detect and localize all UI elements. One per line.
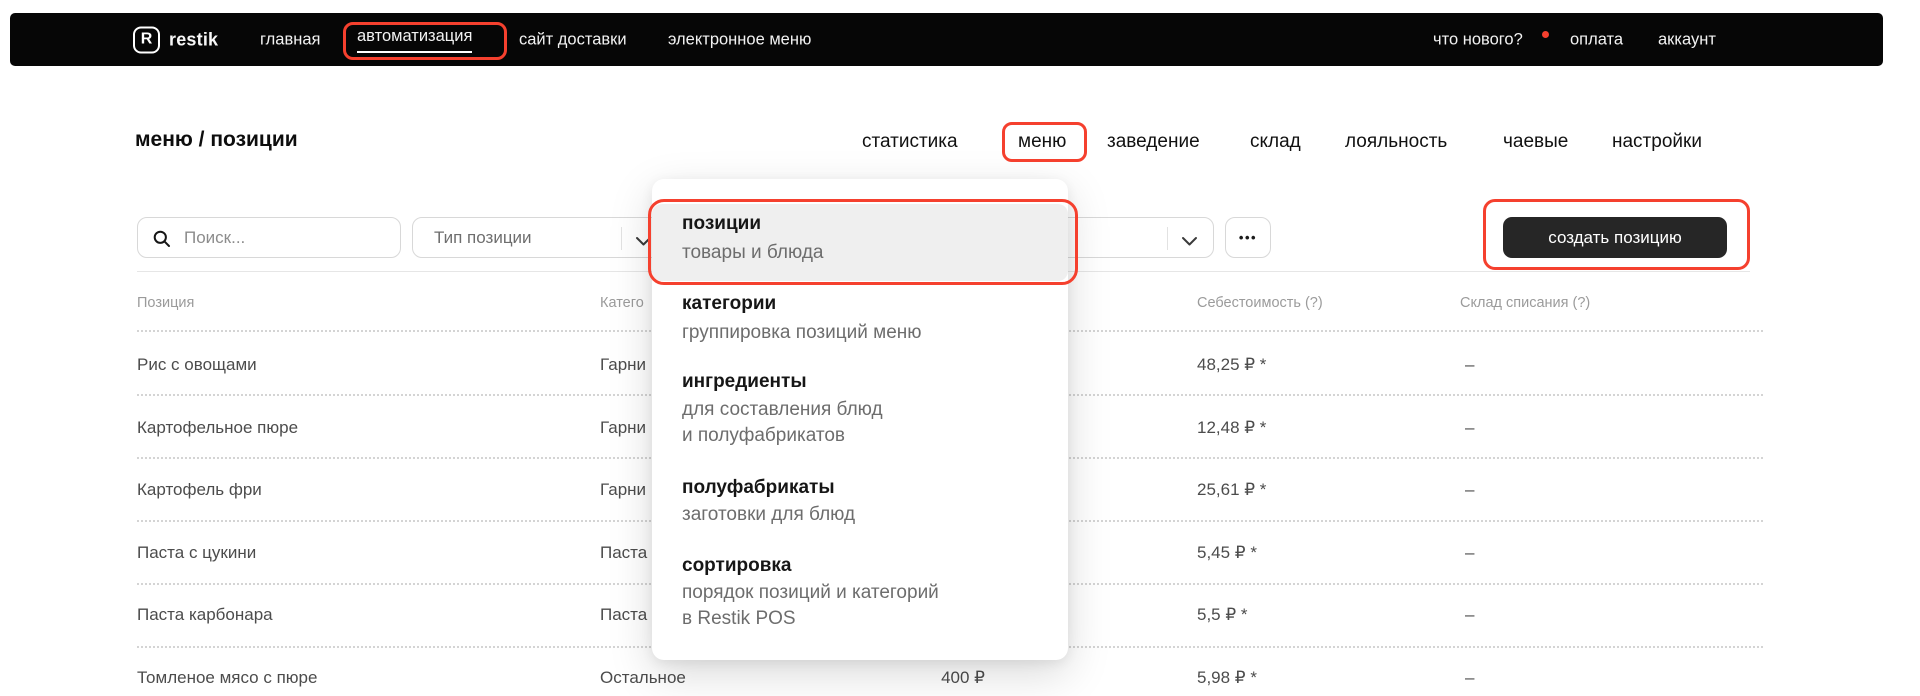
popup-item-subtitle[interactable]: товары и блюда: [682, 240, 824, 266]
select-divider: [621, 227, 622, 250]
tab-menyu[interactable]: меню: [1018, 131, 1066, 153]
cell-category: Паста: [600, 540, 647, 566]
popup-item-title: позиции: [682, 212, 761, 236]
popup-item-title: полуфабрикаты: [682, 476, 835, 500]
search-input[interactable]: Поиск...: [137, 217, 401, 258]
cell-category: Паста: [600, 602, 647, 628]
popup-item-title: сортировка: [682, 554, 791, 578]
type-filter-label: Тип позиции: [434, 228, 532, 248]
type-filter-select[interactable]: Тип позиции: [412, 217, 665, 258]
cell-category: Гарни: [600, 352, 646, 378]
cell-cost: 5,5 ₽ *: [1197, 602, 1248, 628]
select-divider: [1167, 227, 1168, 250]
tab-loyalnost[interactable]: лояльность: [1345, 131, 1447, 153]
popup-item-subtitle[interactable]: для составления блюд и полуфабрикатов: [682, 397, 883, 449]
cell-position: Картофельное пюре: [137, 415, 298, 441]
more-options-button[interactable]: •••: [1225, 217, 1271, 258]
col-header-writeoff[interactable]: Склад списания (?): [1460, 295, 1590, 311]
tab-zavedenie[interactable]: заведение: [1107, 131, 1200, 153]
cell-writeoff: –: [1465, 415, 1474, 441]
topnav-item-whats-new[interactable]: что нового?: [1433, 30, 1523, 49]
popup-item-polufabrikaty[interactable]: полуфабрикаты: [682, 476, 835, 500]
cell-category: Гарни: [600, 415, 646, 441]
restik-logo-icon: R: [133, 26, 160, 53]
cell-cost: 25,61 ₽ *: [1197, 477, 1266, 503]
popup-item-subtitle[interactable]: заготовки для блюд: [682, 502, 855, 528]
topnav-item-elektronnoe-menyu[interactable]: электронное меню: [668, 30, 811, 49]
tab-chaevye[interactable]: чаевые: [1503, 131, 1568, 153]
search-icon: [153, 230, 171, 253]
cell-cost: 5,98 ₽ *: [1197, 665, 1257, 691]
topnav-item-sajt-dostavki[interactable]: сайт доставки: [519, 30, 627, 49]
whats-new-dot-icon: [1542, 31, 1549, 38]
chevron-down-icon: [635, 234, 652, 252]
create-position-button[interactable]: создать позицию: [1503, 217, 1727, 258]
cell-position: Рис с овощами: [137, 352, 257, 378]
search-placeholder: Поиск...: [184, 228, 245, 248]
cell-category: Остальное: [600, 665, 686, 691]
breadcrumb: меню / позиции: [135, 128, 298, 152]
cell-writeoff: –: [1465, 602, 1474, 628]
popup-item-ingredienty[interactable]: ингредиенты: [682, 370, 807, 394]
menu-dropdown-popup: позиции товары и блюда категории группир…: [652, 179, 1068, 660]
cell-writeoff: –: [1465, 477, 1474, 503]
popup-item-kategorii[interactable]: категории: [682, 292, 776, 316]
topnav-item-glavnaya[interactable]: главная: [260, 30, 320, 49]
cell-writeoff: –: [1465, 540, 1474, 566]
cell-position: Томленое мясо с пюре: [137, 665, 317, 691]
brand-name: restik: [169, 29, 218, 50]
topnav-item-oplata[interactable]: оплата: [1570, 30, 1623, 49]
cell-position: Паста карбонара: [137, 602, 273, 628]
popup-item-pozicii[interactable]: позиции: [682, 212, 761, 236]
popup-item-title: категории: [682, 292, 776, 316]
topnav-item-akkaunt[interactable]: аккаунт: [1658, 30, 1716, 49]
col-header-cost[interactable]: Себестоимость (?): [1197, 295, 1323, 311]
tab-sklad[interactable]: склад: [1250, 131, 1301, 153]
tab-statistika[interactable]: статистика: [862, 131, 958, 153]
cell-cost: 48,25 ₽ *: [1197, 352, 1266, 378]
cell-writeoff: –: [1465, 665, 1474, 691]
create-position-label: создать позицию: [1548, 228, 1682, 248]
popup-item-subtitle[interactable]: группировка позиций меню: [682, 320, 922, 346]
col-header-category: Катего: [600, 295, 644, 311]
topnav-item-avtomatizaciya[interactable]: автоматизация: [357, 27, 472, 53]
ellipsis-icon: •••: [1239, 230, 1257, 245]
cell-position: Картофель фри: [137, 477, 262, 503]
col-header-position: Позиция: [137, 295, 194, 311]
tab-nastrojki[interactable]: настройки: [1612, 131, 1702, 153]
table-row[interactable]: Томленое мясо с пюре Остальное 400 ₽ 5,9…: [0, 665, 1920, 691]
topbar: R restik главная автоматизация сайт дост…: [10, 13, 1883, 66]
cell-cost: 5,45 ₽ *: [1197, 540, 1257, 566]
cell-cost: 12,48 ₽ *: [1197, 415, 1266, 441]
cell-position: Паста с цукини: [137, 540, 256, 566]
popup-item-subtitle[interactable]: порядок позиций и категорий в Restik POS: [682, 580, 939, 632]
chevron-down-icon: [1181, 234, 1198, 252]
cell-writeoff: –: [1465, 352, 1474, 378]
app-screen: R restik главная автоматизация сайт дост…: [0, 0, 1920, 696]
brand-logo[interactable]: R restik: [133, 26, 218, 53]
popup-item-sortirovka[interactable]: сортировка: [682, 554, 791, 578]
popup-item-title: ингредиенты: [682, 370, 807, 394]
cell-price: 400 ₽: [835, 665, 985, 691]
cell-category: Гарни: [600, 477, 646, 503]
